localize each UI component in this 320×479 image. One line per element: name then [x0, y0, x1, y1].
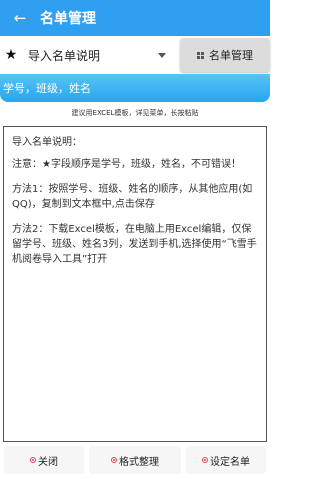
list-selector-dropdown[interactable]: ★ 导入名单说明 — [0, 36, 178, 74]
back-button[interactable]: ← — [0, 0, 40, 36]
format-label: 格式整理 — [119, 456, 159, 468]
content-line-heading: 导入名单说明： — [12, 137, 82, 148]
bottom-action-bar: 关闭 格式整理 设定名单 — [0, 446, 270, 474]
close-label: 关闭 — [38, 456, 58, 468]
manage-list-label: 名单管理 — [209, 49, 253, 62]
field-order-text: 学号，班级，姓名 — [3, 82, 91, 95]
arrow-back-icon: ← — [13, 9, 27, 27]
content-line-method1: 方法1：按照学号、班级、姓名的顺序，从其他应用(如QQ)，复制到文本框中,点击保… — [12, 184, 253, 210]
manage-list-button[interactable]: 名单管理 — [180, 38, 270, 72]
format-button[interactable]: 格式整理 — [89, 446, 181, 474]
toolbar: ★ 导入名单说明 名单管理 — [0, 36, 270, 74]
field-order-bar: 学号，班级，姓名 — [0, 74, 270, 102]
hint-text: 建议用EXCEL模板，详见菜单，长按粘贴 — [71, 109, 199, 117]
app-bar: ← 名单管理 — [0, 0, 270, 36]
radio-dot-icon — [202, 457, 208, 463]
content-line-method2: 方法2：下载Excel模板，在电脑上用Excel编辑，仅保留学号、班级、姓名3列… — [12, 224, 257, 265]
page-title: 名单管理 — [40, 11, 96, 27]
chevron-down-icon — [158, 52, 166, 58]
import-text-area[interactable]: 导入名单说明： 注意：★字段顺序是学号，班级，姓名，不可错误！ 方法1：按照学号… — [3, 126, 267, 442]
star-icon: ★ — [4, 47, 18, 63]
set-list-label: 设定名单 — [210, 456, 250, 468]
selector-label: 导入名单说明 — [28, 48, 101, 63]
grid-icon — [197, 51, 204, 59]
set-list-button[interactable]: 设定名单 — [186, 446, 266, 474]
close-button[interactable]: 关闭 — [4, 446, 84, 474]
radio-dot-icon — [111, 457, 117, 463]
content-line-note: 注意：★字段顺序是学号，班级，姓名，不可错误！ — [12, 159, 241, 170]
radio-dot-icon — [30, 457, 36, 463]
